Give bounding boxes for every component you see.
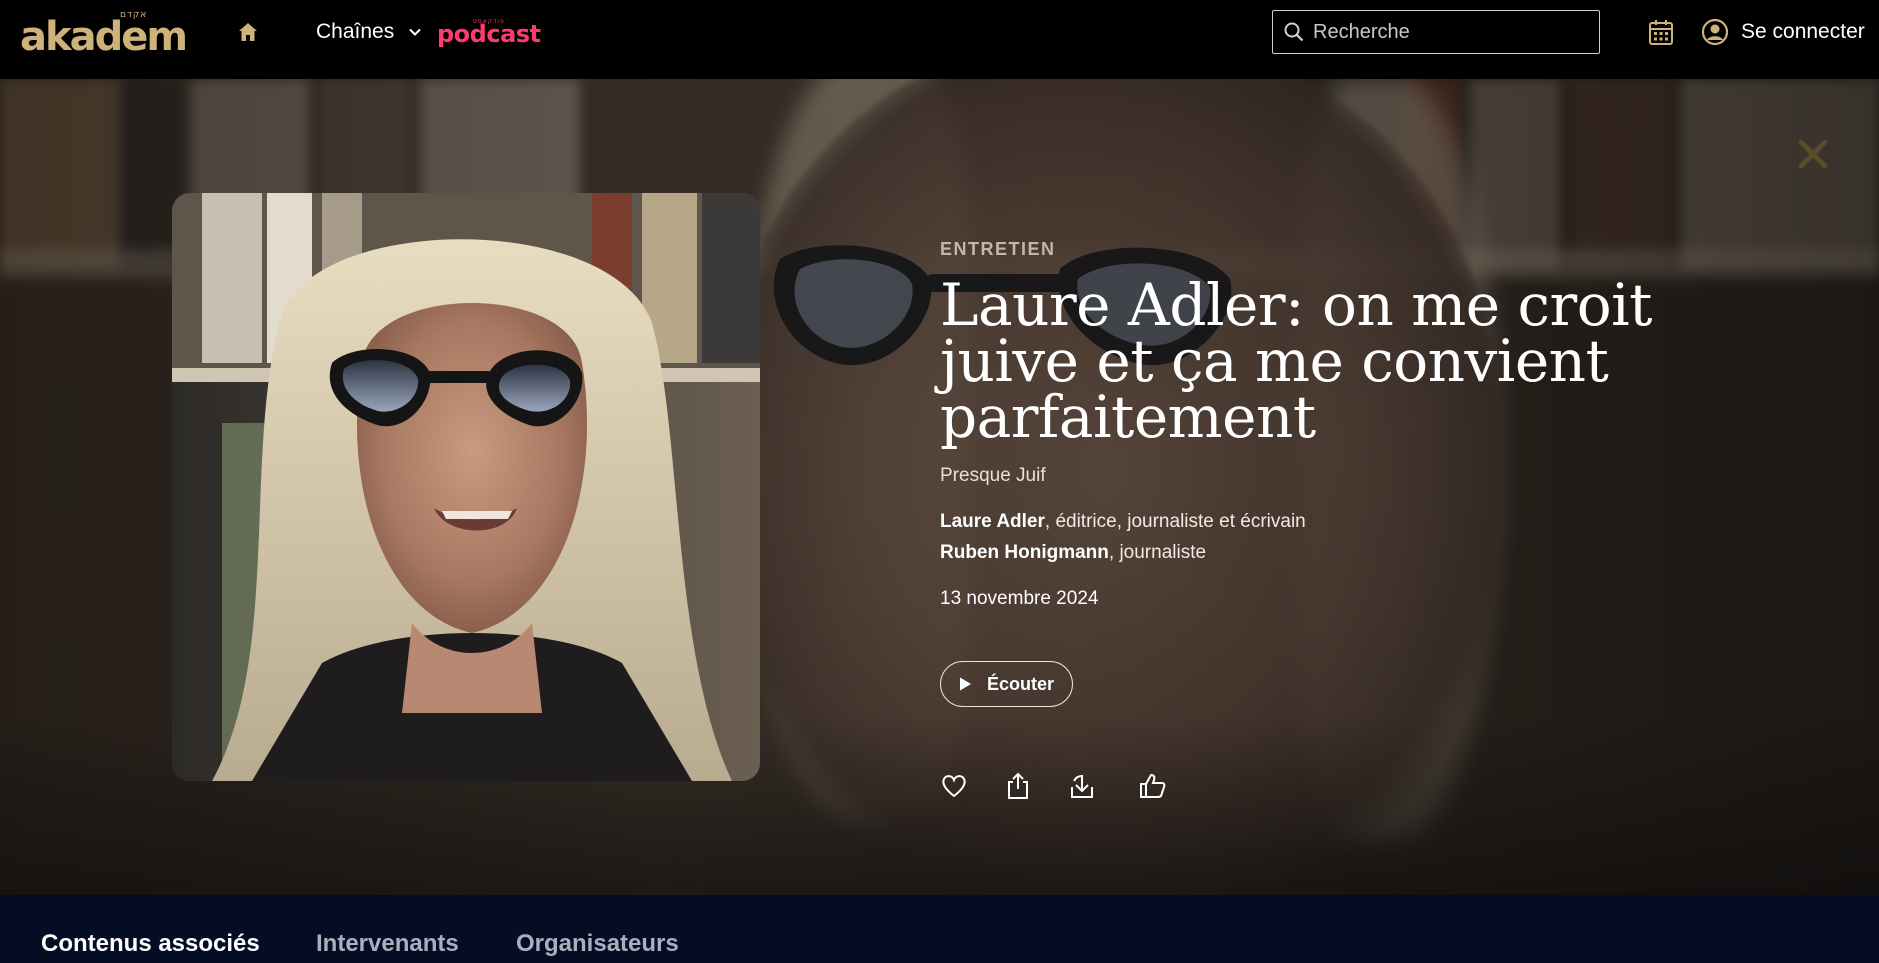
- speaker-line: Ruben Honigmann, journaliste: [940, 542, 1206, 564]
- speaker-name[interactable]: Laure Adler: [940, 511, 1045, 532]
- download-icon[interactable]: [1068, 771, 1096, 801]
- calendar-icon[interactable]: [1648, 18, 1674, 46]
- portrait-illustration: [172, 193, 760, 781]
- search-input[interactable]: [1313, 20, 1583, 44]
- episode-portrait-image: [172, 193, 760, 781]
- chevron-down-icon: [409, 28, 421, 36]
- hero-banner: ENTRETIEN Laure Adler: on me croit juive…: [0, 79, 1879, 895]
- channels-menu[interactable]: Chaînes: [316, 20, 422, 44]
- podcast-label: podcast: [437, 20, 541, 48]
- channels-label: Chaînes: [316, 20, 395, 43]
- speaker-line: Laure Adler, éditrice, journaliste et éc…: [940, 511, 1306, 533]
- episode-date: 13 novembre 2024: [940, 588, 1099, 609]
- speaker-role: , journaliste: [1108, 542, 1207, 563]
- episode-category: ENTRETIEN: [940, 239, 1056, 259]
- play-icon: [960, 677, 971, 691]
- listen-button[interactable]: Écouter: [940, 661, 1074, 707]
- tab-organizers[interactable]: Organisateurs: [516, 930, 679, 958]
- program-name[interactable]: Presque Juif: [940, 465, 1046, 487]
- content-tabs: Contenus associés Intervenants Organisat…: [0, 895, 1879, 963]
- login-link[interactable]: Se connecter: [1741, 20, 1865, 44]
- tab-speakers[interactable]: Intervenants: [316, 930, 459, 958]
- user-icon[interactable]: [1701, 18, 1729, 46]
- close-icon[interactable]: [1796, 137, 1830, 171]
- thumbs-up-icon[interactable]: [1138, 771, 1166, 801]
- logo-text: akadem: [20, 14, 188, 60]
- listen-label: Écouter: [987, 673, 1055, 694]
- speaker-role: , éditrice, journaliste et écrivain: [1044, 511, 1306, 532]
- search-box[interactable]: [1272, 10, 1600, 54]
- top-navbar: אקדם akadem Chaînes פודקאסט podcast Rech…: [0, 0, 1879, 79]
- search-icon: [1284, 22, 1304, 42]
- share-icon[interactable]: [1004, 771, 1032, 801]
- heart-icon[interactable]: [940, 771, 968, 801]
- speaker-name[interactable]: Ruben Honigmann: [940, 542, 1109, 563]
- home-icon[interactable]: [236, 20, 260, 44]
- episode-title: Laure Adler: on me croit juive et ça me …: [940, 271, 1652, 451]
- tab-related-content[interactable]: Contenus associés: [41, 930, 260, 958]
